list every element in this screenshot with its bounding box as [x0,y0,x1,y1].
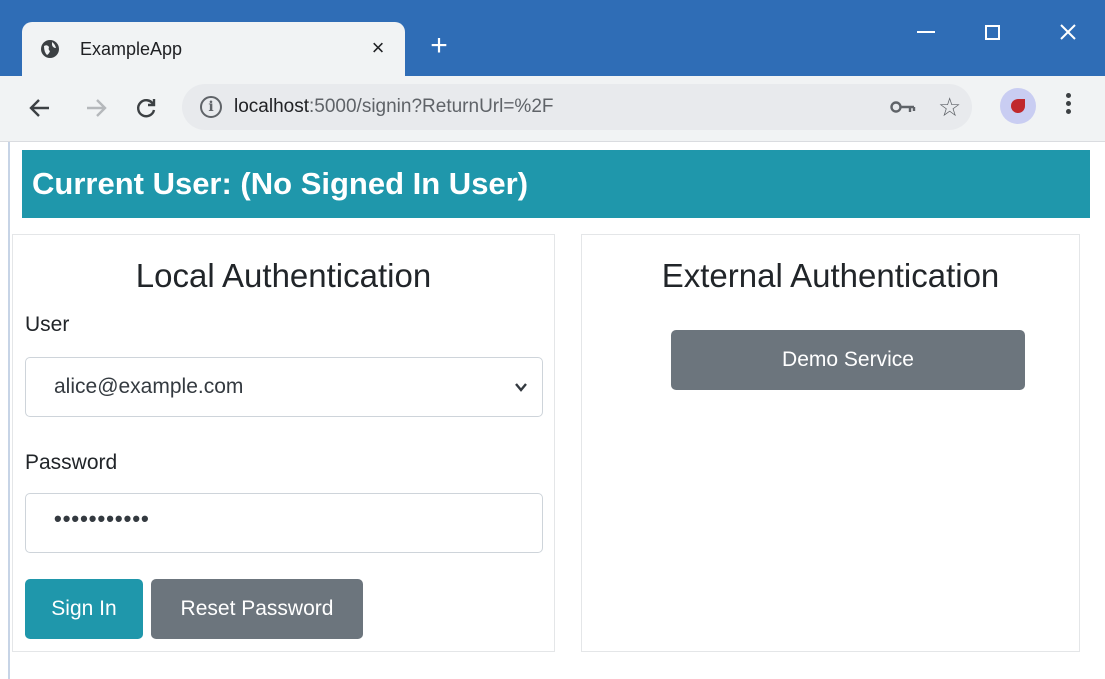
arrow-left-icon [29,98,49,117]
reload-button[interactable] [128,88,164,124]
minimize-icon [917,31,935,34]
info-icon[interactable]: i [200,96,222,118]
new-tab-button[interactable]: + [422,30,456,64]
password-value: ••••••••••• [54,506,150,531]
current-user-text: Current User: (No Signed In User) [32,166,529,201]
browser-toolbar: i localhost:5000/signin?ReturnUrl=%2F ☆ [0,76,1105,142]
user-select-value: alice@example.com [54,375,244,398]
external-auth-panel: External Authentication Demo Service [581,234,1080,652]
reload-icon [137,99,156,118]
browser-titlebar: ExampleApp × + [0,0,1105,78]
address-bar[interactable]: i localhost:5000/signin?ReturnUrl=%2F ☆ [182,84,972,130]
globe-icon [41,40,59,58]
window-edge [8,142,10,679]
url-path: :5000/signin?ReturnUrl=%2F [309,96,554,117]
local-auth-panel: Local Authentication User alice@example.… [12,234,555,652]
user-label: User [25,313,70,336]
local-auth-title: Local Authentication [135,257,432,294]
user-select[interactable]: alice@example.com [25,357,543,417]
browser-tab[interactable]: ExampleApp × [22,22,405,78]
close-window-button[interactable] [1048,14,1088,48]
forward-button[interactable] [78,88,114,124]
maximize-button[interactable] [972,14,1012,48]
profile-avatar[interactable] [1000,88,1036,124]
reset-password-button[interactable]: Reset Password [151,579,363,639]
password-label: Password [25,451,118,474]
minimize-button[interactable] [906,14,946,48]
tab-close-icon[interactable]: × [364,34,392,62]
more-vert-icon[interactable] [1058,90,1078,122]
arrow-right-icon [87,98,107,117]
current-user-banner: Current User: (No Signed In User) [22,150,1090,218]
url-text[interactable]: localhost:5000/signin?ReturnUrl=%2F [234,96,554,118]
tab-title: ExampleApp [80,39,183,59]
key-icon[interactable] [890,96,916,118]
back-button[interactable] [22,88,58,124]
chevron-down-icon [515,383,527,392]
maximize-icon [984,24,1000,40]
external-auth-title: External Authentication [661,257,1000,294]
demo-service-button[interactable]: Demo Service [671,330,1025,390]
close-icon [1060,24,1076,40]
sign-in-button[interactable]: Sign In [25,579,143,639]
star-icon[interactable]: ☆ [938,92,961,122]
url-host: localhost [234,96,309,117]
password-field[interactable]: ••••••••••• [25,493,543,553]
